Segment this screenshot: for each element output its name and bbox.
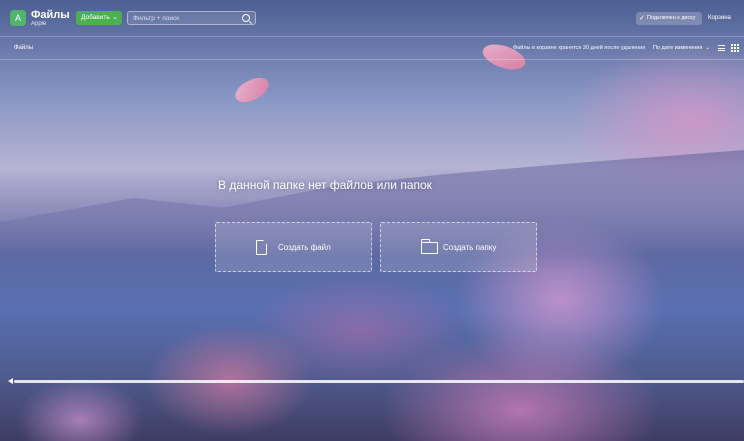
scrollbar-thumb[interactable] [14,380,744,383]
search-input[interactable] [133,12,238,24]
background-mountains [0,150,744,270]
folder-icon [420,239,438,254]
add-button[interactable]: Добавить ⌄ [76,11,122,25]
disk-button-label: Подключен к диску [647,15,696,21]
scroll-left-icon[interactable] [8,378,13,384]
create-file-button[interactable]: Создать файл [215,222,372,272]
check-icon: ✓ [639,15,645,22]
app-subtitle: Apple [31,21,47,27]
trash-notice: Файлы в корзине хранятся 30 дней после у… [513,45,646,51]
create-file-label: Создать файл [278,243,331,252]
sort-label: По дате изменения [653,45,703,51]
sort-dropdown[interactable]: По дате изменения ⌄ [653,45,710,51]
search-icon[interactable] [242,14,250,22]
chevron-down-icon: ⌄ [112,14,118,21]
create-folder-button[interactable]: Создать папку [380,222,537,272]
file-icon [256,240,267,255]
trash-button[interactable]: Корзина [708,12,731,25]
app-logo-icon[interactable]: A [10,10,26,26]
chevron-down-icon: ⌄ [705,45,710,51]
breadcrumb[interactable]: Файлы [14,45,33,51]
list-view-icon[interactable] [718,45,725,51]
empty-folder-message: В данной папке нет файлов или папок [218,178,432,192]
create-folder-label: Создать папку [443,243,497,252]
sub-bar: Файлы Файлы в корзине хранятся 30 дней п… [0,36,744,60]
disk-connected-button[interactable]: ✓ Подключен к диску [636,12,702,25]
grid-view-icon[interactable] [731,44,739,52]
search-box[interactable] [127,11,256,25]
horizontal-scrollbar[interactable] [8,378,744,385]
app-title: Файлы [31,9,70,21]
add-button-label: Добавить [81,14,110,21]
background-petal [231,74,273,106]
top-bar: A Файлы Apple Добавить ⌄ ✓ Подключен к д… [0,0,744,36]
